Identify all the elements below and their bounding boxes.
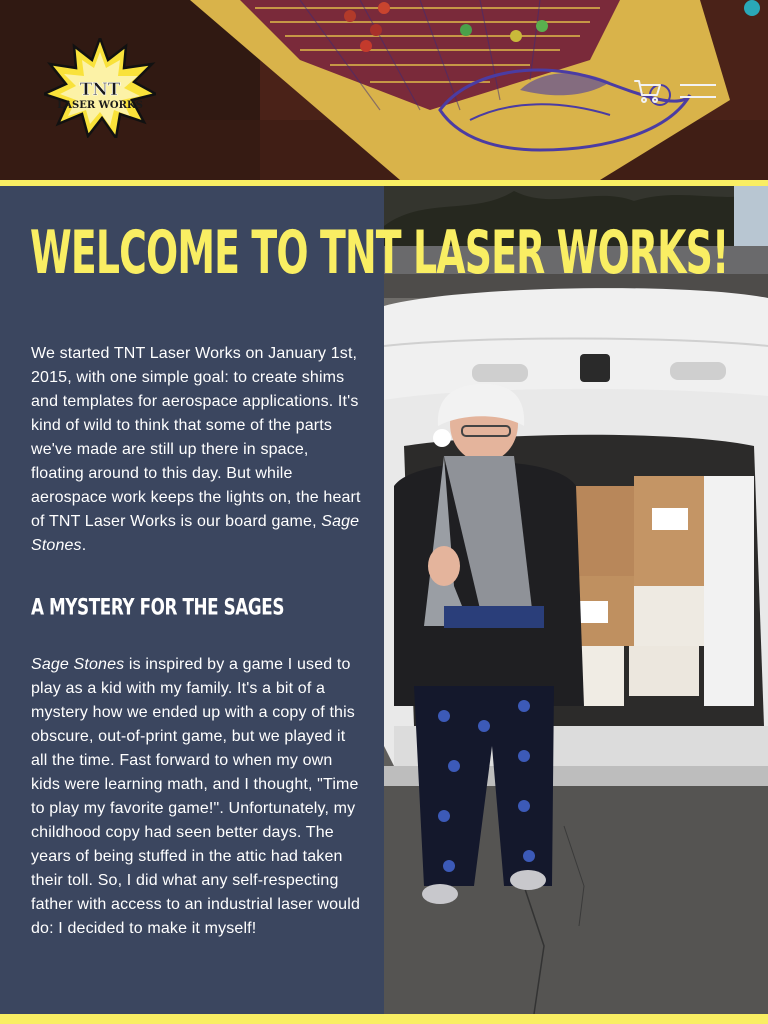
yellow-divider-bottom — [0, 1014, 768, 1024]
intro-text: We started TNT Laser Works on January 1s… — [31, 345, 361, 530]
page-title: WELCOME TO TNT LASER WORKS! — [30, 219, 729, 289]
site-header: TNT LASER WORKS — [0, 0, 768, 180]
hamburger-menu-icon[interactable] — [680, 84, 716, 100]
logo-text-laser-works: LASER WORKS — [57, 100, 143, 111]
tnt-laser-works-logo[interactable]: TNT LASER WORKS — [44, 38, 156, 138]
logo-text-tnt: TNT — [80, 80, 121, 100]
shopping-cart-icon[interactable] — [634, 78, 662, 104]
section-heading: A MYSTERY FOR THE SAGES — [31, 593, 284, 621]
story-text: is inspired by a game I used to play as … — [31, 656, 360, 937]
game-name: Sage Stones — [31, 656, 125, 673]
menu-line — [680, 96, 716, 98]
story-paragraph: Sage Stones is inspired by a game I used… — [31, 653, 361, 941]
menu-line — [680, 84, 716, 86]
founder-photo — [384, 186, 768, 1014]
intro-text-end: . — [81, 537, 87, 554]
intro-paragraph: We started TNT Laser Works on January 1s… — [31, 342, 361, 558]
